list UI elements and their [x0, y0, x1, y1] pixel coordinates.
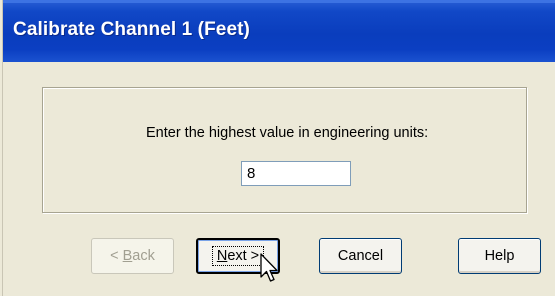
back-button-label: < Back — [110, 248, 155, 264]
cancel-button[interactable]: Cancel — [319, 238, 402, 274]
cancel-button-label: Cancel — [337, 248, 384, 264]
help-button-label: Help — [484, 248, 515, 264]
value-prompt-label: Enter the highest value in engineering u… — [146, 125, 429, 141]
mouse-pointer-icon — [260, 253, 278, 282]
highest-value-input[interactable] — [241, 161, 351, 186]
title-bar[interactable]: Calibrate Channel 1 (Feet) — [3, 0, 555, 62]
window-title: Calibrate Channel 1 (Feet) — [13, 19, 250, 40]
title-bar-highlight — [3, 0, 555, 3]
input-group-box — [42, 87, 527, 213]
help-button[interactable]: Help — [458, 238, 541, 274]
dialog-window: Calibrate Channel 1 (Feet) Enter the hig… — [0, 0, 555, 296]
back-button[interactable]: < Back — [91, 238, 174, 274]
next-button-label: Next > — [211, 246, 265, 266]
